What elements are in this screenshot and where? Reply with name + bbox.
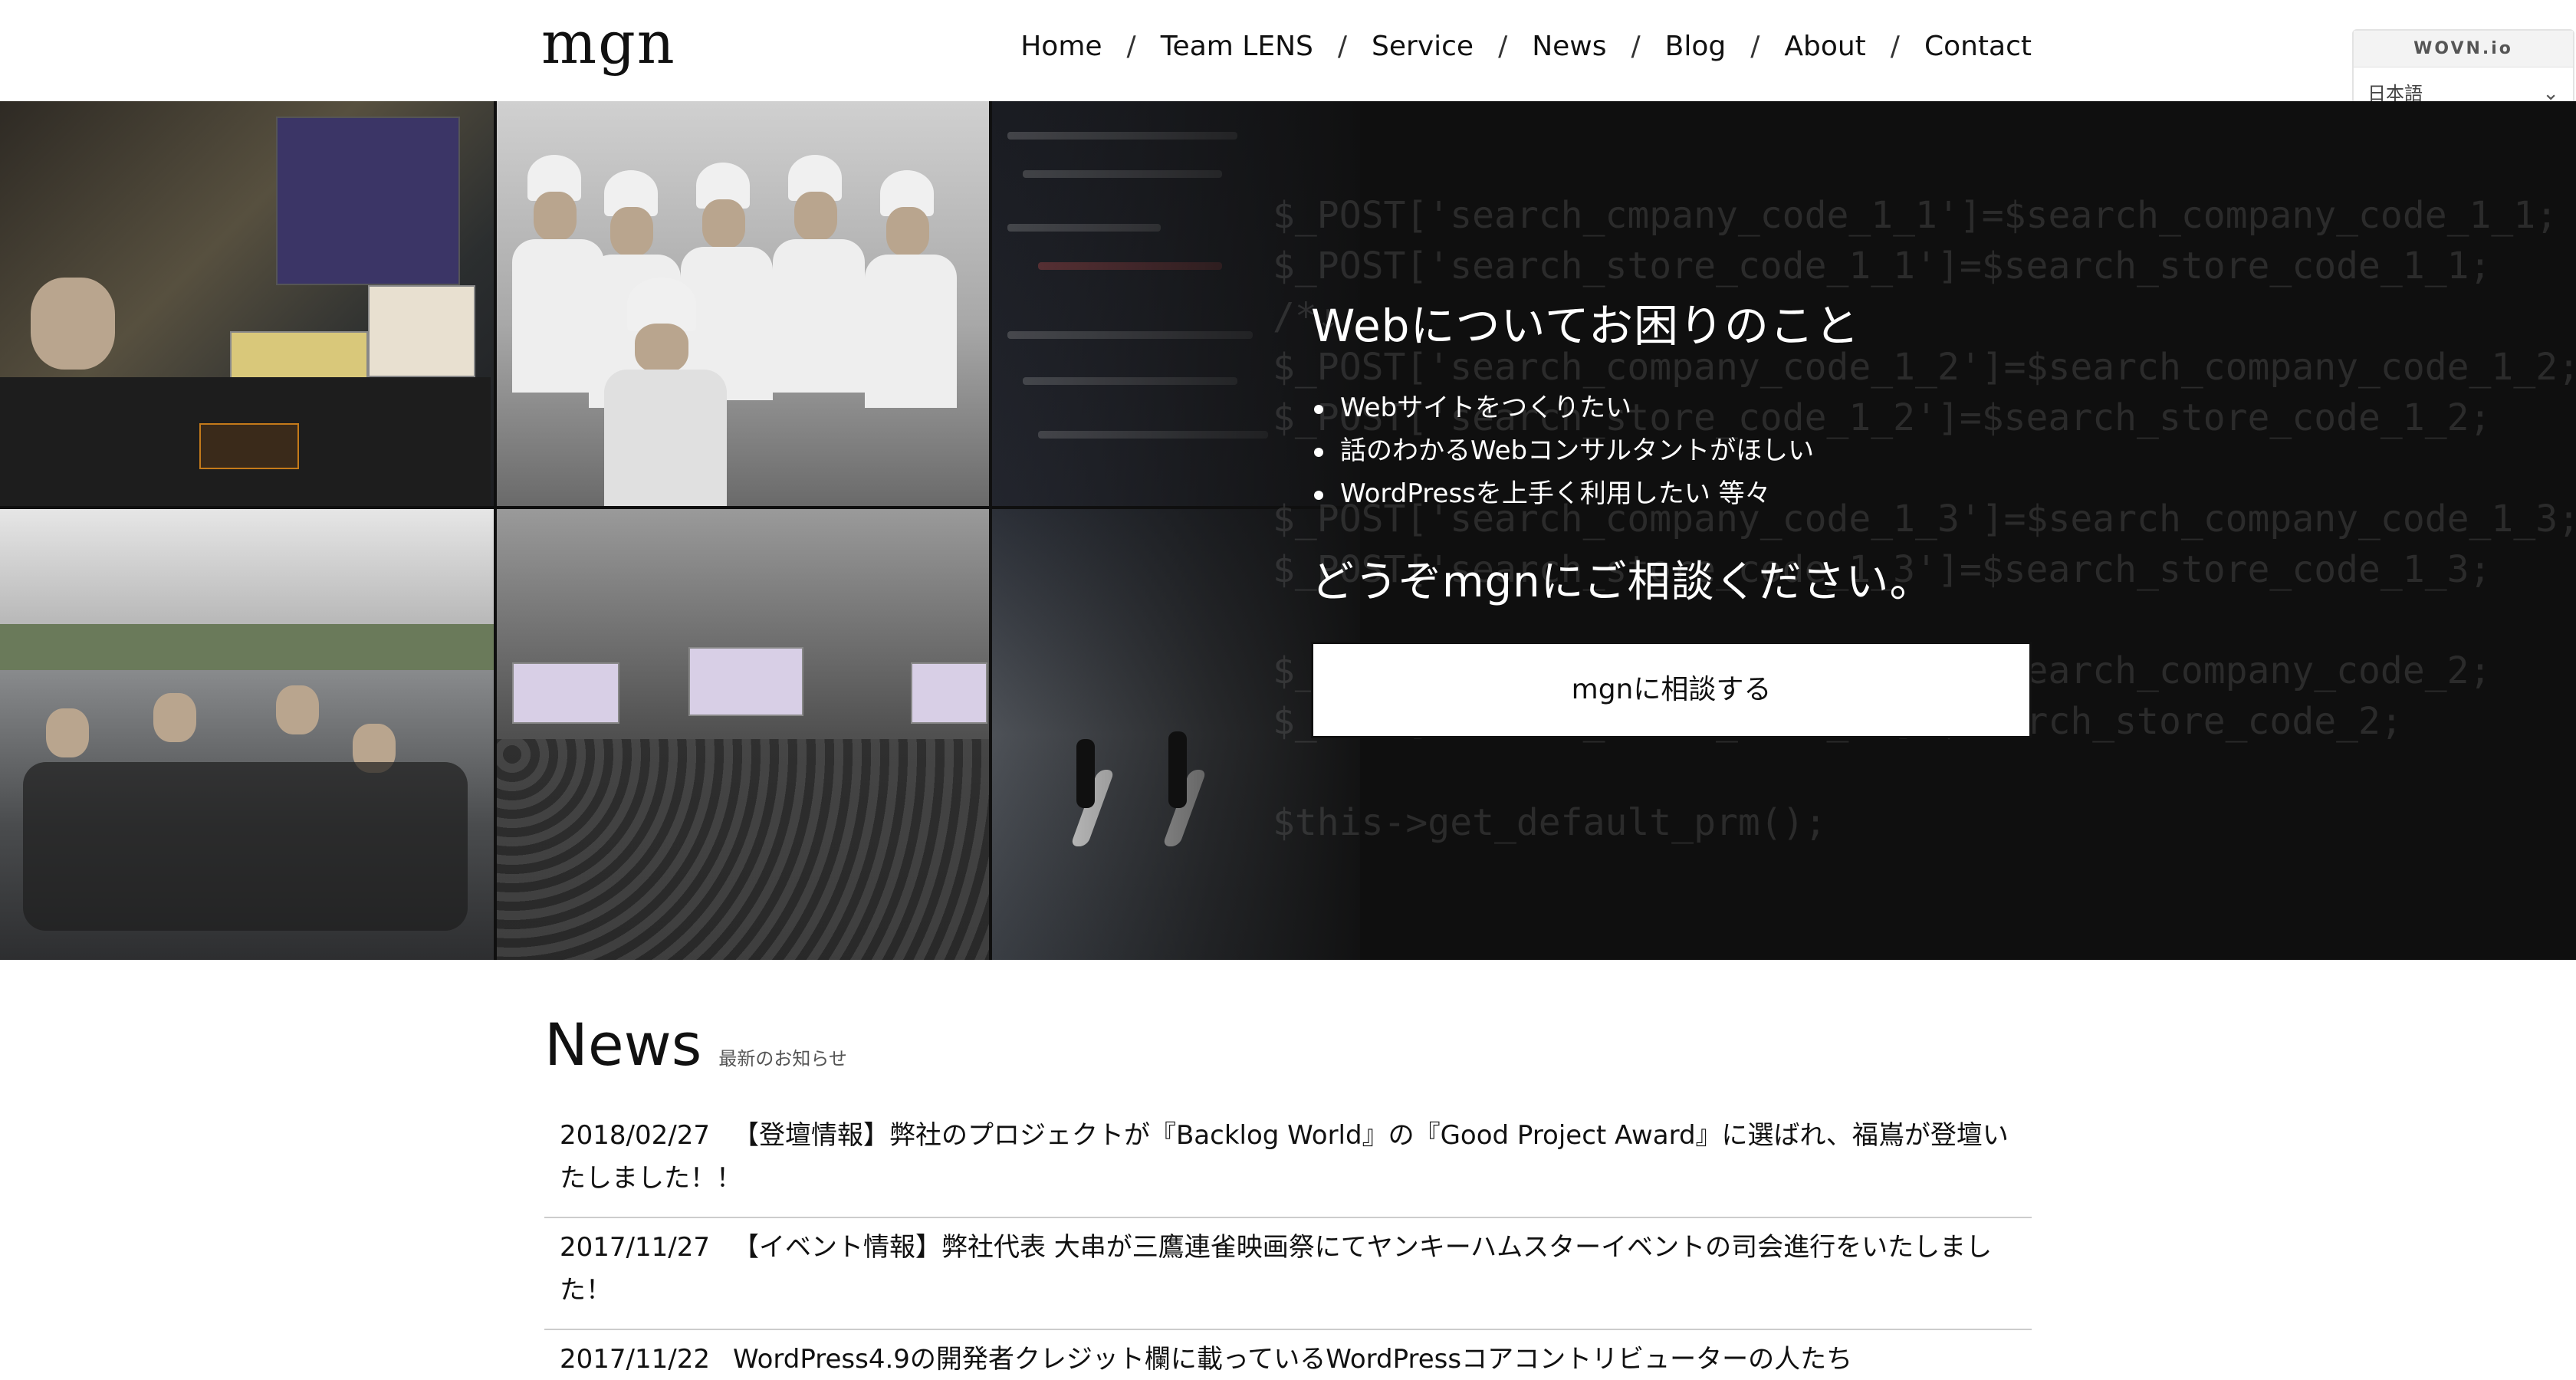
news-link[interactable]: 【登壇情報】弊社のプロジェクトが『Backlog World』の『Good Pr… xyxy=(560,1120,2009,1194)
news-date: 2017/11/27 xyxy=(560,1232,710,1263)
photo-terrace-gathering xyxy=(0,509,494,960)
news-section: News 最新のお知らせ 2018/02/27 【登壇情報】弊社のプロジェクトが『… xyxy=(544,1010,2032,1380)
hero-list: Webサイトをつくりたい 話のわかるWebコンサルタントがほしい WordPre… xyxy=(1311,386,2032,515)
hero-heading: Webについてお困りのこと xyxy=(1311,300,1860,352)
photo-seminar-audience xyxy=(497,509,989,960)
nav-team-lens[interactable]: Team LENS xyxy=(1161,31,1313,62)
news-link[interactable]: WordPress4.9の開発者クレジット欄に載っているWordPressコアコ… xyxy=(733,1344,1852,1375)
nav-separator: / xyxy=(1631,31,1641,62)
hero-subheading: どうぞmgnにご相談ください。 xyxy=(1311,557,1934,607)
hero-content: Webについてお困りのこと Webサイトをつくりたい 話のわかるWebコンサルタ… xyxy=(1311,290,2032,738)
nav-about[interactable]: About xyxy=(1784,31,1865,62)
consult-button[interactable]: mgnに相談する xyxy=(1311,642,2032,738)
photo-team-headscarves xyxy=(497,101,989,506)
hero-section: $_POST['search_cmpany_code_1_1']=$search… xyxy=(0,101,2576,960)
main-nav: Home / Team LENS / Service / News / Blog… xyxy=(1020,31,2032,62)
news-subtitle: 最新のお知らせ xyxy=(718,1048,847,1070)
nav-separator: / xyxy=(1890,31,1900,62)
site-header: mgn Home / Team LENS / Service / News / … xyxy=(0,0,2576,101)
nav-blog[interactable]: Blog xyxy=(1665,31,1727,62)
nav-separator: / xyxy=(1337,31,1348,62)
news-link[interactable]: 【イベント情報】弊社代表 大串が三鷹連雀映画祭にてヤンキーハムスターイベントの司… xyxy=(560,1232,1992,1306)
wovn-brand: WOVN.io xyxy=(2354,31,2573,67)
news-item[interactable]: 2017/11/27 【イベント情報】弊社代表 大串が三鷹連雀映画祭にてヤンキーハ… xyxy=(544,1218,2032,1330)
news-item[interactable]: 2018/02/27 【登壇情報】弊社のプロジェクトが『Backlog World… xyxy=(544,1106,2032,1218)
news-header: News 最新のお知らせ xyxy=(544,1010,2032,1079)
hero-list-item: 話のわかるWebコンサルタントがほしい xyxy=(1311,429,2032,472)
nav-news[interactable]: News xyxy=(1532,31,1606,62)
site-logo[interactable]: mgn xyxy=(541,14,676,72)
hero-list-item: Webサイトをつくりたい xyxy=(1311,386,2032,429)
hero-list-item: WordPressを上手く利用したい 等々 xyxy=(1311,472,2032,515)
photo-conference-speaker xyxy=(0,101,494,506)
news-title: News xyxy=(544,1010,702,1079)
news-list: 2018/02/27 【登壇情報】弊社のプロジェクトが『Backlog World… xyxy=(544,1106,2032,1380)
nav-home[interactable]: Home xyxy=(1020,31,1102,62)
nav-separator: / xyxy=(1126,31,1136,62)
nav-contact[interactable]: Contact xyxy=(1924,31,2032,62)
nav-separator: / xyxy=(1498,31,1508,62)
news-date: 2017/11/22 xyxy=(560,1344,710,1375)
news-item[interactable]: 2017/11/22 WordPress4.9の開発者クレジット欄に載っているWo… xyxy=(544,1330,2032,1380)
nav-separator: / xyxy=(1750,31,1760,62)
nav-service[interactable]: Service xyxy=(1372,31,1474,62)
news-date: 2018/02/27 xyxy=(560,1120,710,1151)
